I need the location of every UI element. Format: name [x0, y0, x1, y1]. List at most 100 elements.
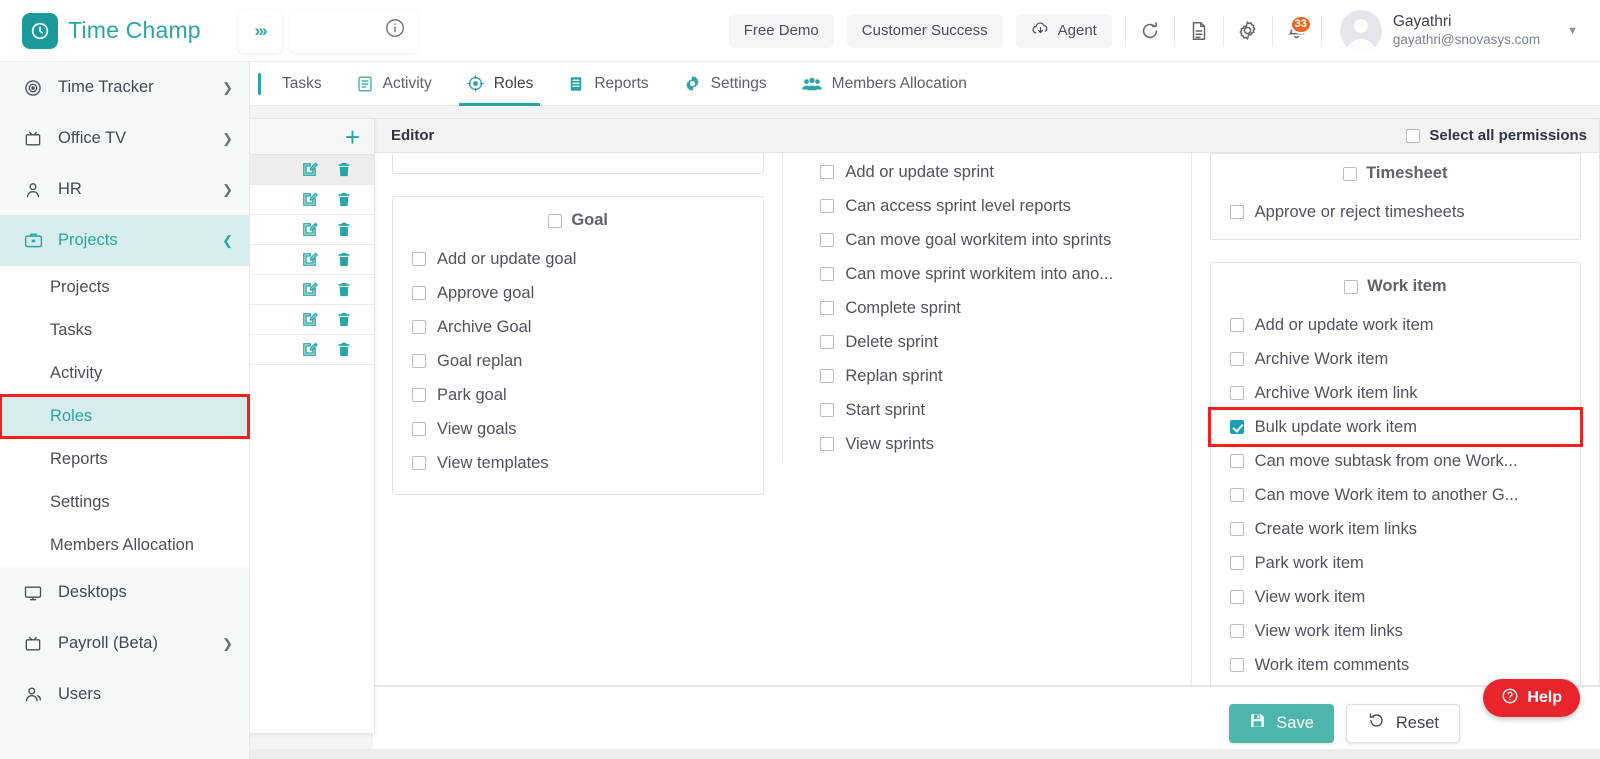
delete-icon[interactable]: [336, 281, 352, 298]
edit-icon[interactable]: [301, 311, 318, 328]
permission-can-move-sprint-workitem-into-another[interactable]: Can move sprint workitem into ano...: [801, 257, 1172, 291]
checkbox[interactable]: [820, 335, 835, 349]
sidebar-item-roles[interactable]: Roles: [0, 394, 250, 439]
free-demo-button[interactable]: Free Demo: [728, 13, 834, 48]
select-all-permissions[interactable]: Select all permissions: [1406, 127, 1587, 144]
tab-members-allocation[interactable]: Members Allocation: [784, 62, 984, 106]
permission-can-move-goal-workitem-into-sprints[interactable]: Can move goal workitem into sprints: [801, 223, 1172, 257]
card-goal-title[interactable]: Goal: [393, 211, 763, 230]
delete-icon[interactable]: [336, 161, 352, 178]
permission-view-templates[interactable]: View templates: [393, 446, 763, 480]
card-timesheet-title[interactable]: Timesheet: [1211, 164, 1580, 183]
plus-icon[interactable]: +: [345, 124, 360, 150]
permission-approve-goal[interactable]: Approve goal: [393, 276, 763, 310]
sidebar-item-payroll[interactable]: Payroll (Beta) ❯: [0, 618, 249, 669]
permission-work-item-comments[interactable]: Work item comments: [1211, 648, 1580, 682]
tab-reports[interactable]: Reports: [550, 62, 665, 106]
checkbox[interactable]: [412, 422, 426, 436]
checkbox[interactable]: [1229, 352, 1244, 366]
checkbox[interactable]: [820, 301, 835, 315]
tab-settings[interactable]: Settings: [666, 62, 784, 106]
card-work-item-title[interactable]: Work item: [1211, 277, 1580, 296]
sidebar-item-users[interactable]: Users: [0, 669, 249, 720]
checkbox[interactable]: [820, 267, 835, 281]
checkbox[interactable]: [1229, 658, 1244, 672]
tab-activity[interactable]: Activity: [339, 62, 449, 106]
bell-icon[interactable]: 33: [1273, 13, 1321, 49]
tab-roles[interactable]: Roles: [449, 62, 551, 106]
checkbox[interactable]: [1229, 205, 1244, 219]
permission-can-move-work-item-to-another-goal[interactable]: Can move Work item to another G...: [1211, 478, 1580, 512]
permission-start-sprint[interactable]: Start sprint: [801, 393, 1172, 427]
edit-icon[interactable]: [301, 251, 318, 268]
user-menu[interactable]: Gayathri gayathri@snovasys.com ▼: [1322, 9, 1600, 52]
sidebar-item-hr[interactable]: HR ❯: [0, 164, 249, 215]
sidebar-item-reports[interactable]: Reports: [0, 438, 249, 481]
card-goal-checkbox[interactable]: [548, 213, 563, 228]
checkbox[interactable]: [1229, 590, 1244, 604]
checkbox[interactable]: [1229, 454, 1244, 468]
permission-can-move-subtask-from-one-work-item[interactable]: Can move subtask from one Work...: [1211, 444, 1580, 478]
document-icon[interactable]: [1175, 13, 1223, 49]
sidebar-item-time-tracker[interactable]: Time Tracker ❯: [0, 62, 249, 113]
brand[interactable]: Time Champ: [0, 12, 232, 49]
permission-can-access-sprint-level-reports[interactable]: Can access sprint level reports: [801, 189, 1172, 223]
sidebar-item-members-allocation[interactable]: Members Allocation: [0, 524, 249, 567]
checkbox[interactable]: [1229, 488, 1244, 502]
permission-approve-or-reject-timesheets[interactable]: Approve or reject timesheets: [1211, 195, 1580, 229]
checkbox[interactable]: [1229, 318, 1244, 332]
chevron-down-icon[interactable]: ▼: [1567, 25, 1578, 37]
permission-add-or-update-work-item[interactable]: Add or update work item: [1211, 308, 1580, 342]
checkbox[interactable]: [412, 286, 426, 300]
card-work-item-checkbox[interactable]: [1344, 279, 1359, 294]
delete-icon[interactable]: [336, 221, 352, 238]
save-button[interactable]: Save: [1229, 703, 1334, 743]
checkbox[interactable]: [1229, 386, 1244, 400]
tab-tasks[interactable]: Tasks: [265, 62, 339, 106]
permission-replan-sprint[interactable]: Replan sprint: [801, 359, 1172, 393]
edit-icon[interactable]: [301, 341, 318, 358]
permission-view-work-item[interactable]: View work item: [1211, 580, 1580, 614]
checkbox[interactable]: [412, 354, 426, 368]
checkbox[interactable]: [820, 369, 835, 383]
refresh-icon[interactable]: [1126, 13, 1174, 49]
card-timesheet-checkbox[interactable]: [1343, 166, 1358, 181]
delete-icon[interactable]: [336, 341, 352, 358]
permission-complete-sprint[interactable]: Complete sprint: [801, 291, 1172, 325]
edit-icon[interactable]: [301, 161, 318, 178]
help-button[interactable]: Help: [1483, 679, 1580, 717]
delete-icon[interactable]: [336, 311, 352, 328]
permission-park-goal[interactable]: Park goal: [393, 378, 763, 412]
checkbox[interactable]: [820, 437, 835, 451]
sidebar-item-projects-sub[interactable]: Projects: [0, 266, 249, 309]
edit-icon[interactable]: [301, 221, 318, 238]
checkbox[interactable]: [820, 165, 835, 179]
checkbox[interactable]: [820, 403, 835, 417]
sidebar-item-settings[interactable]: Settings: [0, 481, 249, 524]
permission-archive-work-item-link[interactable]: Archive Work item link: [1211, 376, 1580, 410]
permission-view-sprints[interactable]: View sprints: [801, 427, 1172, 461]
edit-icon[interactable]: [301, 281, 318, 298]
permission-bulk-update-work-item[interactable]: Bulk update work item: [1207, 407, 1584, 447]
checkbox[interactable]: [1229, 624, 1244, 638]
permission-view-goals[interactable]: View goals: [393, 412, 763, 446]
agent-button[interactable]: Agent: [1015, 13, 1112, 48]
permission-park-work-item[interactable]: Park work item: [1211, 546, 1580, 580]
permission-delete-sprint[interactable]: Delete sprint: [801, 325, 1172, 359]
permission-add-or-update-goal[interactable]: Add or update goal: [393, 242, 763, 276]
permission-goal-replan[interactable]: Goal replan: [393, 344, 763, 378]
checkbox[interactable]: [1229, 556, 1244, 570]
sidebar-item-projects[interactable]: Projects ❮: [0, 215, 249, 266]
chevrons-right-icon[interactable]: »›: [238, 8, 282, 53]
checkbox[interactable]: [412, 320, 426, 334]
edit-icon[interactable]: [301, 191, 318, 208]
permission-archive-goal[interactable]: Archive Goal: [393, 310, 763, 344]
checkbox[interactable]: [412, 388, 426, 402]
delete-icon[interactable]: [336, 191, 352, 208]
checkbox[interactable]: [412, 456, 426, 470]
checkbox[interactable]: [820, 199, 835, 213]
permission-add-or-update-sprint[interactable]: Add or update sprint: [801, 155, 1172, 189]
gear-icon[interactable]: [1224, 13, 1272, 49]
sidebar-item-desktops[interactable]: Desktops: [0, 567, 249, 618]
sidebar-item-activity[interactable]: Activity: [0, 352, 249, 395]
